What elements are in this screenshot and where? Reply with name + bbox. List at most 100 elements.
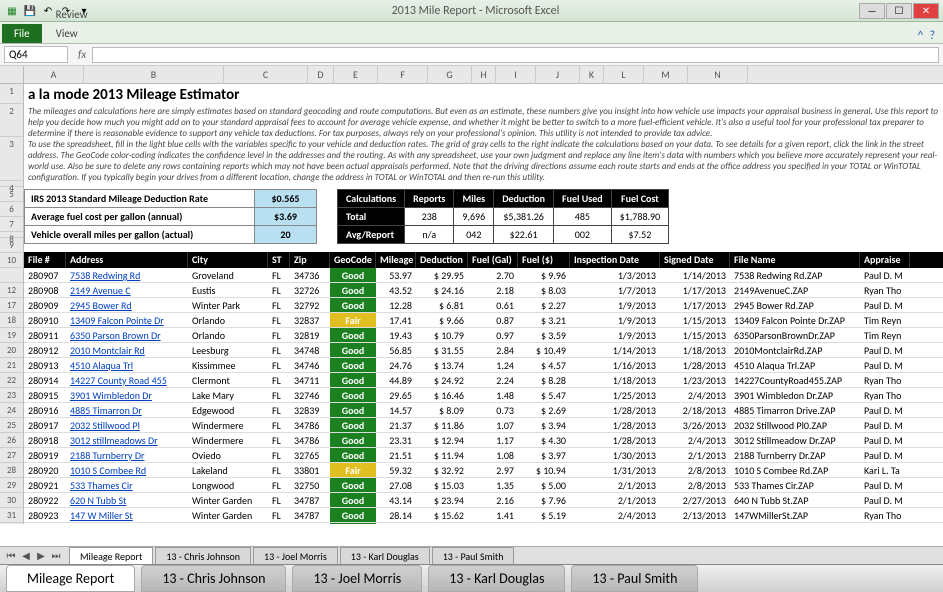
data-col-header[interactable]: ST — [268, 252, 290, 268]
data-row[interactable]: 2809192188 Turnberry DrOviedoFL32765Good… — [24, 448, 943, 463]
row-header[interactable]: 29 — [0, 478, 23, 493]
data-row[interactable]: 2809172032 Stillwood PlWindermereFL34786… — [24, 418, 943, 433]
data-row[interactable]: 2809116350 Parson Brown DrOrlandoFL32819… — [24, 328, 943, 343]
col-header-A[interactable]: A — [24, 66, 84, 83]
row-header[interactable]: 28 — [0, 463, 23, 478]
col-header-J[interactable]: J — [536, 66, 580, 83]
data-row[interactable]: 280921533 Thames CirLongwoodFL32750Good2… — [24, 478, 943, 493]
maximize-button[interactable]: ☐ — [886, 3, 912, 19]
row-header[interactable]: 2 — [0, 104, 23, 137]
tab-nav-last-icon[interactable]: ⏭ — [49, 549, 63, 562]
minimize-ribbon-icon[interactable]: ^ — [917, 29, 923, 43]
row-header[interactable]: 6 — [0, 202, 23, 217]
row-header[interactable] — [0, 268, 23, 283]
col-header-K[interactable]: K — [580, 66, 604, 83]
data-row[interactable]: 2809183012 stillmeadows DrWindermereFL34… — [24, 433, 943, 448]
data-col-header[interactable]: Address — [66, 252, 188, 268]
row-header[interactable]: 7 — [0, 217, 23, 232]
col-header-D[interactable]: D — [308, 66, 334, 83]
close-button[interactable]: ✕ — [913, 3, 939, 19]
row-header[interactable]: 19 — [0, 328, 23, 343]
data-col-header[interactable]: File # — [24, 252, 66, 268]
cell-address-link[interactable]: 14227 County Road 455 — [66, 373, 188, 387]
data-col-header[interactable]: Fuel ($) — [518, 252, 570, 268]
data-row[interactable]: 2809092945 Bower RdWinter ParkFL32792Goo… — [24, 298, 943, 313]
row-header[interactable]: 31 — [0, 508, 23, 523]
cell-address-link[interactable]: 633 Buckingham Dr — [66, 523, 188, 524]
data-row[interactable]: 2809134510 Alaqua TrlKissimmeeFL34746Goo… — [24, 358, 943, 373]
cell-address-link[interactable]: 1010 S Combee Rd — [66, 463, 188, 477]
data-row[interactable]: 280924633 Buckingham DrOviedoFL32765Good… — [24, 523, 943, 524]
row-header[interactable]: 25 — [0, 418, 23, 433]
row-header[interactable]: 26 — [0, 433, 23, 448]
col-header-B[interactable]: B — [84, 66, 224, 83]
sheet-tab[interactable]: 13 - Karl Douglas — [340, 547, 430, 565]
help-icon[interactable]: ? — [929, 29, 935, 43]
col-header-G[interactable]: G — [428, 66, 472, 83]
data-col-header[interactable]: Mileage — [376, 252, 416, 268]
data-col-header[interactable]: GeoCode — [330, 252, 376, 268]
calc-input-value[interactable]: $0.565 — [255, 190, 317, 208]
data-col-header[interactable]: Signed Date — [660, 252, 730, 268]
cell-address-link[interactable]: 6350 Parson Brown Dr — [66, 328, 188, 342]
data-col-header[interactable]: City — [188, 252, 268, 268]
cell-address-link[interactable]: 7538 Redwing Rd — [66, 268, 188, 282]
worksheet-cells[interactable]: a la mode 2013 Mileage Estimator The mil… — [24, 84, 943, 524]
row-header[interactable]: 30 — [0, 493, 23, 508]
col-header-C[interactable]: C — [224, 66, 308, 83]
row-header[interactable]: 32 — [0, 523, 23, 524]
cell-address-link[interactable]: 3012 stillmeadows Dr — [66, 433, 188, 447]
row-header[interactable]: 27 — [0, 448, 23, 463]
cell-address-link[interactable]: 13409 Falcon Pointe Dr — [66, 313, 188, 327]
fx-icon[interactable]: fx — [78, 48, 86, 61]
data-col-header[interactable]: File Name — [730, 252, 860, 268]
row-header[interactable]: 12 — [0, 283, 23, 298]
data-col-header[interactable]: Zip — [290, 252, 330, 268]
col-header-L[interactable]: L — [604, 66, 644, 83]
tab-nav-first-icon[interactable]: ⏮ — [4, 549, 18, 562]
col-header-I[interactable]: I — [496, 66, 536, 83]
cell-address-link[interactable]: 533 Thames Cir — [66, 478, 188, 492]
data-row[interactable]: 280923147 W Miller StWinter GardenFL3478… — [24, 508, 943, 523]
row-header[interactable]: 22 — [0, 373, 23, 388]
data-row[interactable]: 2809201010 S Combee RdLakelandFL33801Fai… — [24, 463, 943, 478]
cell-address-link[interactable]: 2032 Stillwood Pl — [66, 418, 188, 432]
cell-address-link[interactable]: 2010 Montclair Rd — [66, 343, 188, 357]
row-header[interactable]: 17 — [0, 298, 23, 313]
row-header[interactable]: 3 — [0, 137, 23, 181]
cell-address-link[interactable]: 3901 Wimbledon Dr — [66, 388, 188, 402]
cell-address-link[interactable]: 4885 Timarron Dr — [66, 403, 188, 417]
file-tab[interactable]: File — [2, 24, 42, 43]
calc-input-value[interactable]: $3.69 — [255, 208, 317, 226]
sheet-tab[interactable]: 13 - Chris Johnson — [155, 547, 251, 565]
col-header-H[interactable]: H — [472, 66, 496, 83]
big-tab[interactable]: 13 - Karl Douglas — [428, 565, 565, 592]
big-tab[interactable]: Mileage Report — [6, 565, 135, 592]
row-header[interactable]: 5 — [0, 187, 23, 202]
row-header[interactable]: 20 — [0, 343, 23, 358]
data-row[interactable]: 280922620 N Tubb StWinter GardenFL34787G… — [24, 493, 943, 508]
sheet-tab[interactable]: 13 - Paul Smith — [432, 547, 515, 565]
data-col-header[interactable]: Deduction — [416, 252, 468, 268]
row-header[interactable]: 24 — [0, 403, 23, 418]
calc-input-value[interactable]: 20 — [255, 226, 317, 244]
data-row[interactable]: 2809164885 Timarron DrEdgewoodFL32839Goo… — [24, 403, 943, 418]
data-row[interactable]: 2809153901 Wimbledon DrLake MaryFL32746G… — [24, 388, 943, 403]
ribbon-tab-view[interactable]: View — [46, 24, 120, 43]
row-header[interactable]: 18 — [0, 313, 23, 328]
save-icon[interactable]: 💾 — [22, 3, 38, 19]
big-tab[interactable]: 13 - Paul Smith — [571, 565, 698, 592]
sheet-tab[interactable]: 13 - Joel Morris — [253, 547, 338, 565]
col-header-F[interactable]: F — [378, 66, 428, 83]
sheet-tab[interactable]: Mileage Report — [69, 547, 153, 565]
name-box[interactable]: Q64 — [4, 46, 68, 63]
data-row[interactable]: 2809122010 Montclair RdLeesburgFL34748Go… — [24, 343, 943, 358]
tab-nav-prev-icon[interactable]: ◀ — [19, 549, 33, 562]
row-header[interactable]: 10 — [0, 253, 23, 268]
row-header[interactable]: 23 — [0, 388, 23, 403]
cell-address-link[interactable]: 2149 Avenue C — [66, 283, 188, 297]
cell-address-link[interactable]: 4510 Alaqua Trl — [66, 358, 188, 372]
data-row[interactable]: 28091414227 County Road 455ClermontFL347… — [24, 373, 943, 388]
row-header[interactable]: 1 — [0, 84, 23, 104]
col-header-M[interactable]: M — [644, 66, 688, 83]
